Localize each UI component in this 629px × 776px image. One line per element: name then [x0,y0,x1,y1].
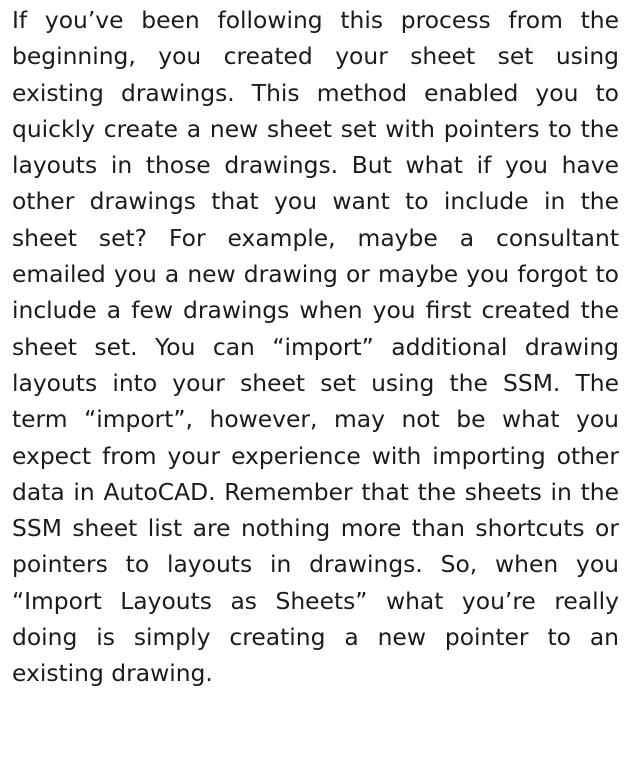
body-paragraph: If you’ve been following this process fr… [12,6,619,688]
document-page: If you’ve been following this process fr… [0,0,629,776]
